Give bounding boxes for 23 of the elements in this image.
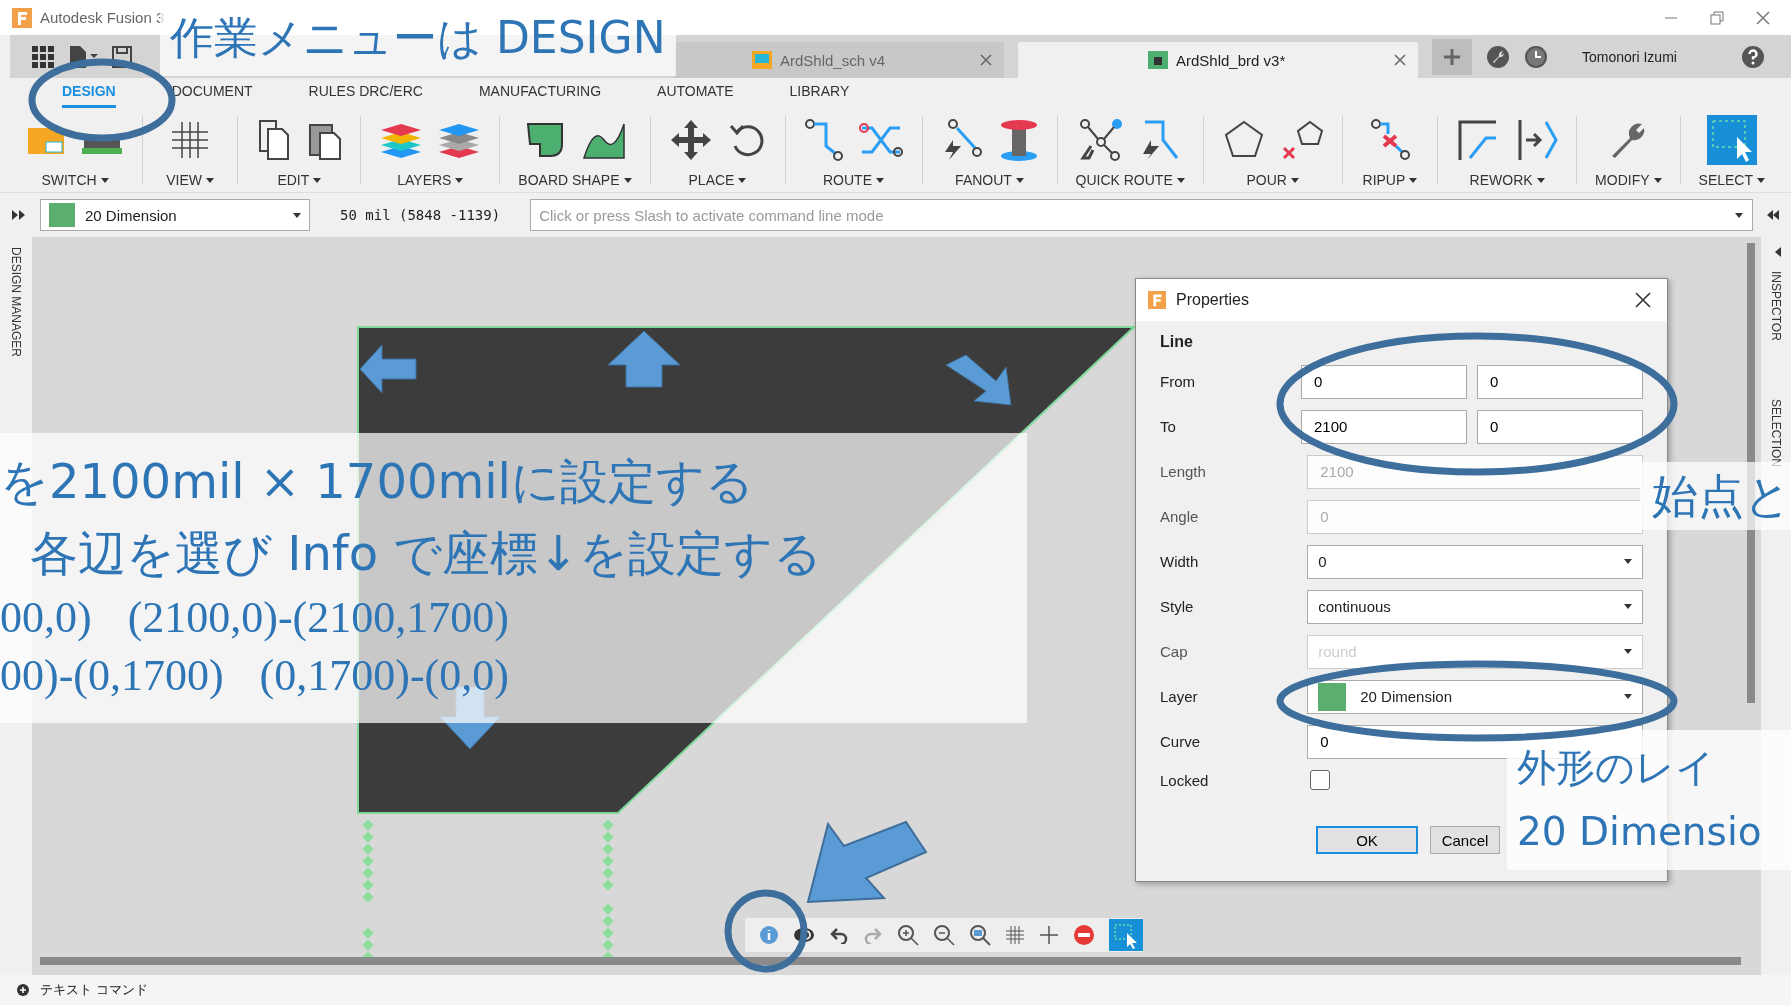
section-heading: Line — [1160, 333, 1194, 352]
field-label: To — [1160, 418, 1177, 435]
field-label: From — [1160, 373, 1196, 390]
tab-label: ArdShld_brd v3* — [1176, 51, 1286, 69]
field-label: Layer — [1160, 688, 1199, 705]
grid-readout: 50 mil (5848 -1139) — [340, 207, 501, 223]
coordinate-text: 00)-(0,1700) — [0, 650, 224, 702]
window-title: Autodesk Fusion 3 — [40, 9, 165, 26]
annotation-text: 20 Dimensio — [1517, 808, 1763, 856]
coordinate-text: 00,0) — [0, 592, 92, 644]
field-label: Width — [1160, 553, 1200, 570]
field-label: Style — [1160, 598, 1195, 615]
dialog-title: Properties — [1176, 291, 1249, 309]
field-label: Length — [1160, 463, 1207, 480]
field-label: Curve — [1160, 733, 1201, 750]
coordinate-text: (2100,0)-(2100,1700) — [127, 592, 509, 644]
tab-label: ArdShld_sch v4 — [780, 51, 886, 69]
coordinate-text: (0,1700)-(0,0) — [259, 650, 509, 702]
field-label: Cap — [1160, 643, 1189, 660]
field-label: Angle — [1160, 508, 1200, 525]
field-label: Locked — [1160, 771, 1210, 789]
annotation-text: 各辺を選び Info で座標↓を設定する — [30, 524, 823, 583]
annotation-text: を2100mil × 1700milに設定する — [0, 452, 755, 511]
